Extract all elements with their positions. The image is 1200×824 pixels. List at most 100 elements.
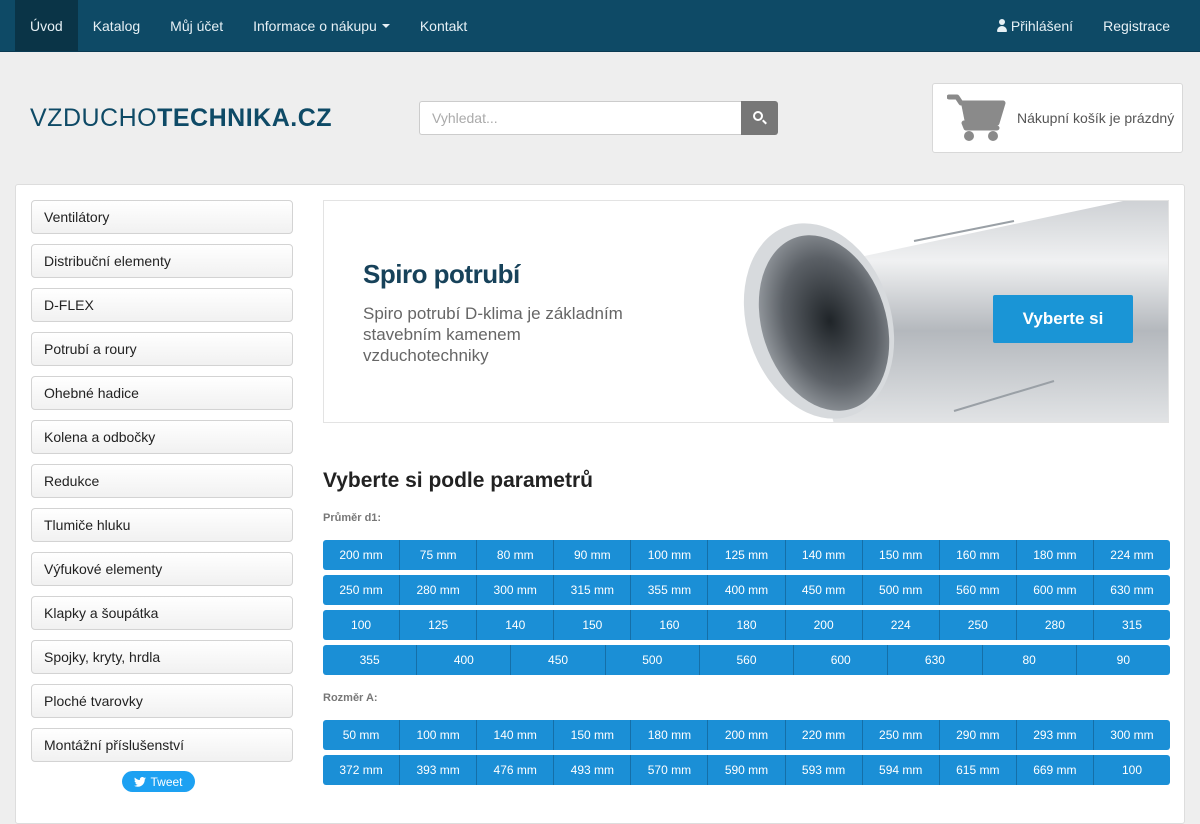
tweet-button[interactable]: Tweet [122,771,195,792]
tweet-label: Tweet [150,774,183,789]
search-input[interactable] [419,101,741,135]
param-button[interactable]: 280 mm [400,575,478,605]
param-button[interactable]: 75 mm [400,540,478,570]
param-button[interactable]: 593 mm [785,755,863,785]
sidebar-category[interactable]: Ohebné hadice [31,376,293,410]
param-button[interactable]: 180 mm [631,720,709,750]
param-button[interactable]: 100 [323,610,401,640]
param-button[interactable]: 140 mm [477,720,555,750]
promo-banner[interactable]: Spiro potrubí Spiro potrubí D-klima je z… [323,200,1169,423]
register-link[interactable]: Registrace [1088,0,1185,51]
param-button[interactable]: 150 mm [862,540,940,570]
nav-item-3[interactable]: Informace o nákupu [238,0,405,51]
param-button[interactable]: 250 [939,610,1017,640]
param-button[interactable]: 493 mm [554,755,632,785]
nav-item-4[interactable]: Kontakt [405,0,482,51]
logo-part1: VZDUCHO [30,104,158,132]
param-button[interactable]: 500 mm [862,575,940,605]
param-button[interactable]: 125 [400,610,478,640]
param-button[interactable]: 180 [708,610,786,640]
sidebar-category[interactable]: Výfukové elementy [31,552,293,586]
param-button[interactable]: 100 [1093,755,1171,785]
param-button[interactable]: 90 mm [554,540,632,570]
param-button[interactable]: 220 mm [785,720,863,750]
category-sidebar: Ventilátory Distribuční elementy D-FLEX Pot… [31,200,293,772]
sidebar-category[interactable]: Ventilátory [31,200,293,234]
param-button[interactable]: 224 mm [1093,540,1171,570]
param-button[interactable]: 250 mm [323,575,401,605]
param-button[interactable]: 293 mm [1016,720,1094,750]
banner-select-button[interactable]: Vyberte si [993,295,1133,343]
param-button[interactable]: 50 mm [323,720,401,750]
param-button[interactable]: 560 mm [939,575,1017,605]
shopping-cart[interactable]: Nákupní košík je prázdný [932,83,1183,153]
param-button[interactable]: 594 mm [862,755,940,785]
param-button[interactable]: 450 [511,645,606,675]
param-button[interactable]: 150 mm [554,720,632,750]
param-button[interactable]: 600 [794,645,889,675]
param-button[interactable]: 300 mm [1093,720,1171,750]
param-button[interactable]: 140 mm [785,540,863,570]
param-button[interactable]: 100 mm [631,540,709,570]
param-button[interactable]: 290 mm [939,720,1017,750]
param-button[interactable]: 315 mm [554,575,632,605]
param-button[interactable]: 590 mm [708,755,786,785]
param-button[interactable]: 200 mm [708,720,786,750]
param-button[interactable]: 615 mm [939,755,1017,785]
sidebar-category[interactable]: Ploché tvarovky [31,684,293,718]
sidebar-category[interactable]: Distribuční elementy [31,244,293,278]
login-link[interactable]: Přihlášení [981,0,1088,51]
sidebar-category[interactable]: Montážní příslušenství [31,728,293,762]
sidebar-category[interactable]: Spojky, kryty, hrdla [31,640,293,674]
sidebar-category[interactable]: D-FLEX [31,288,293,322]
param-button[interactable]: 150 [554,610,632,640]
nav-item-0[interactable]: Úvod [15,0,78,51]
param-button[interactable]: 200 [785,610,863,640]
param-button[interactable]: 200 mm [323,540,401,570]
param-button[interactable]: 125 mm [708,540,786,570]
param-button[interactable]: 669 mm [1016,755,1094,785]
param-button[interactable]: 630 [888,645,983,675]
param-button[interactable]: 500 [605,645,700,675]
param-button[interactable]: 160 mm [939,540,1017,570]
param-button[interactable]: 355 mm [631,575,709,605]
param-button[interactable]: 160 [631,610,709,640]
param-button[interactable]: 630 mm [1093,575,1171,605]
param-button[interactable]: 560 [699,645,795,675]
param-button[interactable]: 476 mm [477,755,555,785]
sidebar-category[interactable]: Klapky a šoupátka [31,596,293,630]
param-button[interactable]: 570 mm [631,755,709,785]
param-button[interactable]: 300 mm [477,575,555,605]
param-button[interactable]: 400 [417,645,512,675]
logo-part2: TECHNIKA.CZ [157,104,333,132]
param-button[interactable]: 80 mm [477,540,555,570]
param-button[interactable]: 600 mm [1016,575,1094,605]
param-button[interactable]: 250 mm [862,720,940,750]
param-button[interactable]: 180 mm [1016,540,1094,570]
param-button[interactable]: 80 [982,645,1077,675]
nav-item-2[interactable]: Můj účet [155,0,238,51]
sidebar-category[interactable]: Tlumiče hluku [31,508,293,542]
param-button-row: 372 mm 393 mm 476 mm 493 mm 570 mm 590 mm 593 … [323,755,1171,785]
param-button[interactable]: 224 [862,610,940,640]
sidebar-category[interactable]: Kolena a odbočky [31,420,293,454]
nav-item-label: Informace o nákupu [253,17,377,34]
param-button[interactable]: 280 [1016,610,1094,640]
param-button[interactable]: 90 [1076,645,1170,675]
site-logo[interactable]: VZDUCHOTECHNIKA.CZ [30,104,332,133]
param-button-row: 355 400 450 500 560 600 630 80 90 [323,645,1170,675]
sidebar-category[interactable]: Redukce [31,464,293,498]
nav-item-1[interactable]: Katalog [78,0,155,51]
sidebar-category[interactable]: Potrubí a roury [31,332,293,366]
param-button[interactable]: 393 mm [400,755,478,785]
param-button[interactable]: 100 mm [400,720,478,750]
param-button[interactable]: 355 [323,645,418,675]
search-button[interactable] [741,101,778,135]
param-button-row: 100 125 140 150 160 180 200 224 250 280 315 [323,610,1171,640]
param-button[interactable]: 315 [1093,610,1171,640]
param-button[interactable]: 450 mm [785,575,863,605]
param-button[interactable]: 140 [477,610,555,640]
param-button[interactable]: 372 mm [323,755,401,785]
twitter-icon [134,776,147,787]
param-button[interactable]: 400 mm [708,575,786,605]
